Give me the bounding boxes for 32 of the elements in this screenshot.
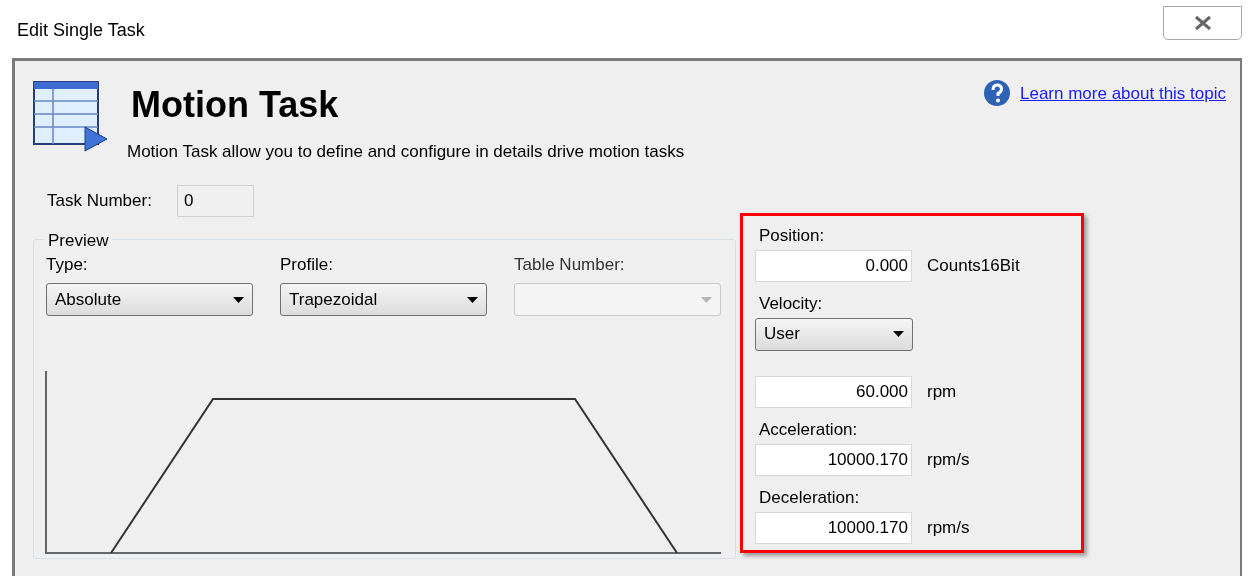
unit-label: Counts16Bit [927,254,1020,277]
field-label: Position: [759,225,826,246]
page-description: Motion Task allow you to define and configure in details drive motion tasks [127,141,685,163]
close-button[interactable] [1163,6,1242,40]
window-title: Edit Single Task [17,19,145,42]
field-label: Profile: [280,253,334,276]
dropdown[interactable]: Trapezoidal [280,283,487,316]
unit-label: rpm/s [927,516,970,539]
field-label: Table Number: [514,253,626,276]
field-label: Deceleration: [759,487,861,508]
unit-label: rpm [927,380,957,403]
field-label: Acceleration: [759,419,859,440]
help-icon [983,79,1011,107]
page-title: Motion Task [131,87,340,123]
input-field[interactable]: 60.000 [755,375,912,408]
close-icon [1193,15,1212,31]
input-field[interactable]: 10000.170 [755,511,912,544]
field-label: Velocity: [759,293,824,314]
input-field[interactable]: 10000.170 [755,443,912,476]
dropdown[interactable]: Absolute [46,283,253,316]
field-label: Type: [46,253,89,276]
input-field[interactable]: 0 [177,184,254,217]
field-label: Task Number: [47,189,153,212]
dropdown-arrow-icon [701,296,712,303]
dropdown-arrow-icon [467,296,478,303]
dropdown-arrow-icon [233,296,244,303]
input-field[interactable]: 0.000 [755,249,912,282]
dropdown-arrow-icon [893,331,904,337]
table-icon [33,81,109,153]
unit-label: rpm/s [927,448,970,471]
help-link[interactable]: Learn more about this topic [1020,81,1226,107]
dropdown[interactable]: User [755,317,913,351]
